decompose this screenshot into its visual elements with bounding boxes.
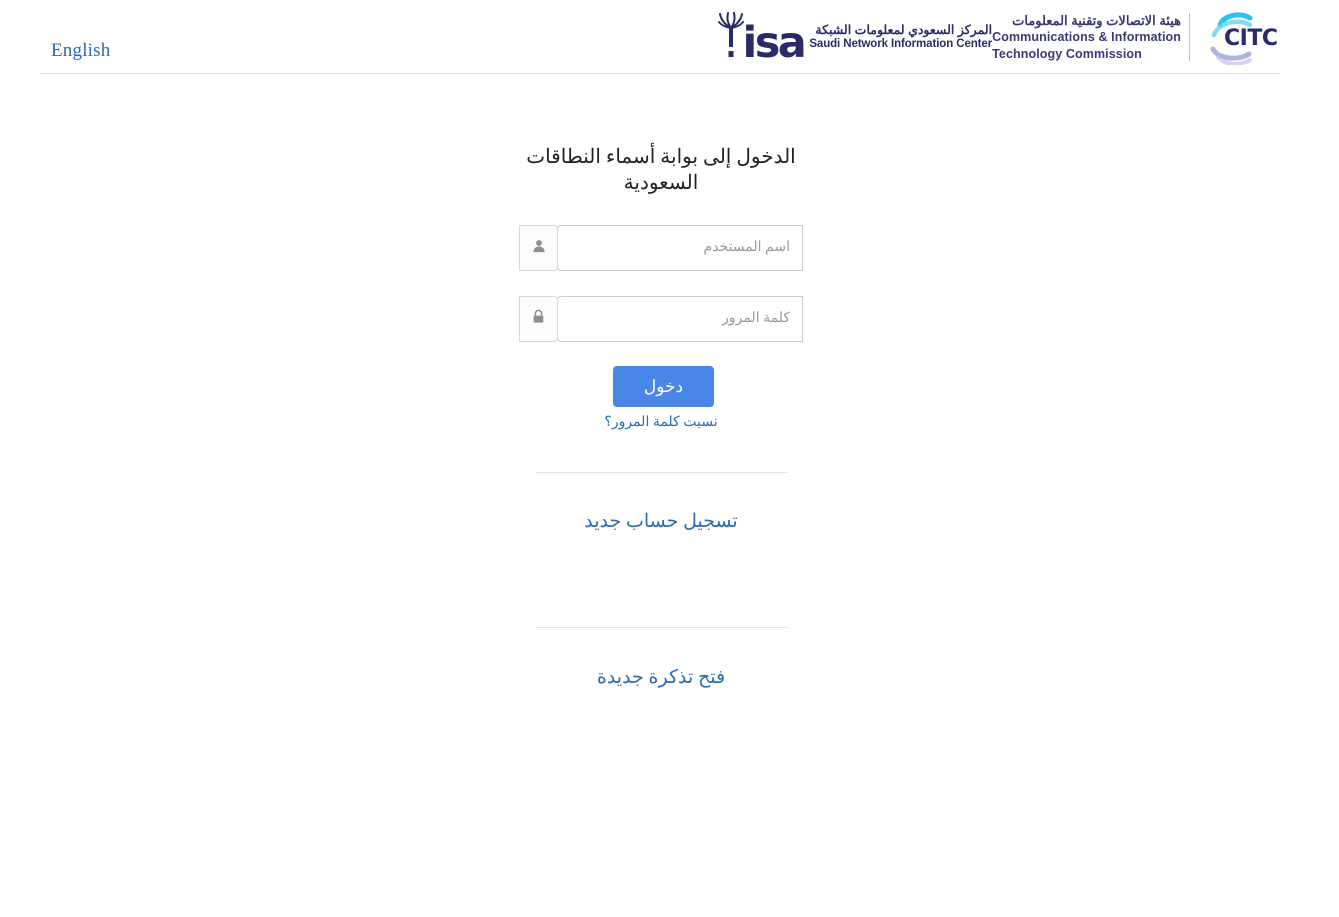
lock-icon [532,309,545,329]
open-new-ticket-link[interactable]: فتح تذكرة جديدة [519,666,803,689]
register-account-link[interactable]: تسجيل حساب جديد [519,510,803,533]
isa-logo-icon: isa [718,12,807,69]
login-page: English هيئة الاتصالات وتقنية المعلومات … [0,0,1339,917]
brand-logos: هيئة الاتصالات وتقنية المعلومات Communic… [718,7,1280,67]
citc-english-name-line2: Technology Commission [992,46,1142,61]
palm-tree-icon [718,12,745,57]
citc-english-name-line1: Communications & Information [992,30,1181,45]
divider-bottom [535,627,787,628]
page-header: English هيئة الاتصالات وتقنية المعلومات … [40,0,1280,74]
password-field-group [519,296,803,342]
citc-wordmark: CITC [1224,26,1278,51]
username-input[interactable] [557,225,803,271]
citc-arabic-name: هيئة الاتصالات وتقنية المعلومات [1012,12,1181,28]
logo-divider [1189,13,1190,61]
snic-lockup: isa المركز السعودي لمعلومات الشبكة Saudi… [718,12,992,69]
user-icon [532,239,546,258]
divider-top [535,472,787,473]
login-submit-button[interactable]: دخول [613,366,714,407]
citc-logo-icon: CITC [1194,9,1280,66]
language-switch-link[interactable]: English [51,41,110,60]
snic-text-block: المركز السعودي لمعلومات الشبكة Saudi Net… [809,23,992,51]
password-input-addon [519,296,558,342]
password-input[interactable] [557,296,803,342]
snic-arabic-name: المركز السعودي لمعلومات الشبكة [815,22,993,37]
citc-text-block: هيئة الاتصالات وتقنية المعلومات Communic… [992,12,1181,63]
isa-wordmark: isa [742,18,806,69]
snic-english-name: Saudi Network Information Center [809,37,993,50]
username-field-group [519,225,803,271]
page-title: الدخول إلى بوابة أسماء النطاقات السعودية [526,146,796,194]
username-input-addon [519,225,558,271]
forgot-password-link[interactable]: نسيت كلمة المرور؟ [519,414,803,431]
citc-lockup: هيئة الاتصالات وتقنية المعلومات Communic… [992,9,1280,66]
